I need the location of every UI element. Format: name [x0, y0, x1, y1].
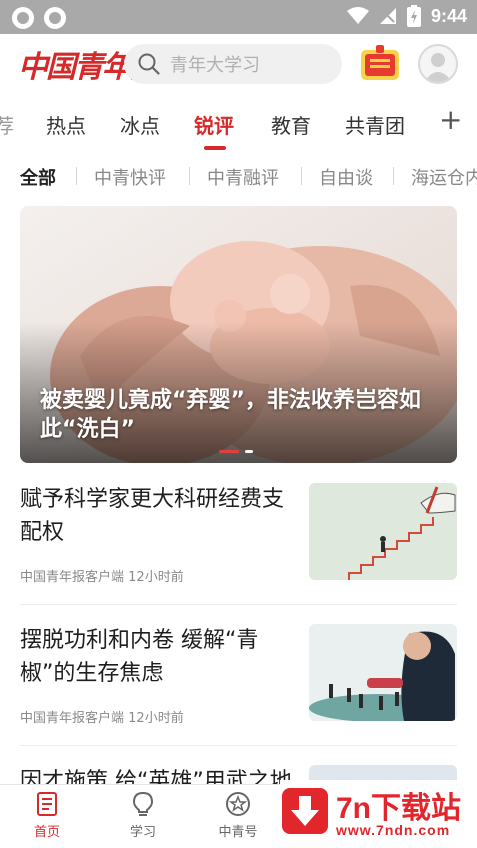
battery-icon [406, 5, 421, 27]
tab-youth-league[interactable]: 共青团 [345, 110, 405, 139]
wifi-icon [346, 7, 369, 24]
news-title: 摆脱功利和内卷 缓解“青椒”的生存焦虑 [20, 628, 259, 686]
status-left-icons [12, 7, 66, 29]
tab-recommended[interactable]: 荐 [0, 110, 14, 139]
download-icon [282, 788, 328, 834]
news-source: 中国青年报客户端 [20, 570, 125, 585]
featured-banner[interactable]: 被卖婴儿竟成“弃婴”，非法收养岂容如此“洗白” [20, 206, 457, 463]
channel-tabs: 荐 热点 冰点 锐评 教育 共青团 + [0, 96, 477, 152]
list-divider [20, 604, 457, 605]
nav-study[interactable]: 学习 [108, 791, 178, 840]
nav-label: 中青号 [218, 825, 258, 840]
news-thumbnail [309, 483, 457, 580]
sub-tabs: 全部 中青快评 中青融评 自由谈 海运仓内 [0, 152, 477, 198]
search-placeholder: 青年大学习 [170, 55, 260, 76]
clock: 9:44 [430, 5, 467, 26]
subtab-quick-comment[interactable]: 中青快评 [94, 164, 166, 190]
youth-study-badge[interactable] [358, 44, 402, 84]
subtab-all[interactable]: 全部 [20, 164, 56, 190]
tab-freezing-point[interactable]: 冰点 [120, 110, 160, 139]
nav-home[interactable]: 首页 [12, 791, 82, 840]
carousel-dot [245, 450, 253, 453]
subtab-divider [393, 167, 394, 185]
watermark-url: www.7ndn.com [336, 822, 451, 838]
star-badge-icon [226, 792, 250, 816]
news-meta: 中国青年报客户端 12小时前 [20, 566, 184, 585]
crowd-illustration [309, 624, 457, 721]
active-tab-indicator [204, 146, 226, 150]
subtab-media-comment[interactable]: 中青融评 [207, 164, 279, 190]
subtab-free-talk[interactable]: 自由谈 [319, 164, 373, 190]
app-header: 中国青年报 青年大学习 [0, 34, 477, 96]
news-title: 赋予科学家更大科研经费支配权 [20, 487, 285, 545]
sync-icon [12, 7, 34, 29]
staircase-illustration [309, 483, 457, 580]
avatar[interactable] [418, 44, 458, 84]
news-item[interactable]: 摆脱功利和内卷 缓解“青椒”的生存焦虑 中国青年报客户端 12小时前 [20, 624, 457, 726]
news-source: 中国青年报客户端 [20, 711, 125, 726]
status-right: 9:44 [346, 5, 467, 27]
carousel-dot-active [219, 450, 239, 453]
site-watermark: 7n下载站 www.7ndn.com [280, 780, 477, 848]
search-icon [138, 53, 160, 75]
nav-label: 学习 [129, 825, 156, 840]
add-channel-button[interactable]: + [439, 106, 462, 134]
sync-icon [44, 7, 66, 29]
search-bar[interactable]: 青年大学习 [124, 44, 342, 84]
watermark-title: 7n下载站 [336, 792, 462, 825]
tab-hot[interactable]: 热点 [46, 110, 86, 139]
youth-study-icon [361, 45, 399, 80]
tab-commentary[interactable]: 锐评 [194, 110, 234, 139]
status-bar: 9:44 [0, 0, 477, 34]
user-icon [424, 53, 452, 82]
news-time: 12小时前 [128, 711, 184, 726]
tab-education[interactable]: 教育 [271, 110, 311, 139]
nav-youth-account[interactable]: 中青号 [203, 791, 273, 840]
news-time: 12小时前 [128, 570, 184, 585]
news-thumbnail [309, 624, 457, 721]
subtab-divider [189, 167, 190, 185]
list-divider [20, 745, 457, 746]
nav-label: 首页 [33, 825, 60, 840]
carousel-indicator [219, 450, 253, 453]
signal-icon [379, 8, 396, 24]
banner-caption: 被卖婴儿竟成“弃婴”，非法收养岂容如此“洗白” [40, 388, 421, 442]
news-meta: 中国青年报客户端 12小时前 [20, 707, 184, 726]
document-icon [37, 792, 57, 816]
subtab-haiyuncang[interactable]: 海运仓内 [411, 164, 477, 190]
subtab-divider [76, 167, 77, 185]
subtab-divider [301, 167, 302, 185]
lightbulb-icon [132, 791, 154, 816]
news-item[interactable]: 赋予科学家更大科研经费支配权 中国青年报客户端 12小时前 [20, 483, 457, 585]
